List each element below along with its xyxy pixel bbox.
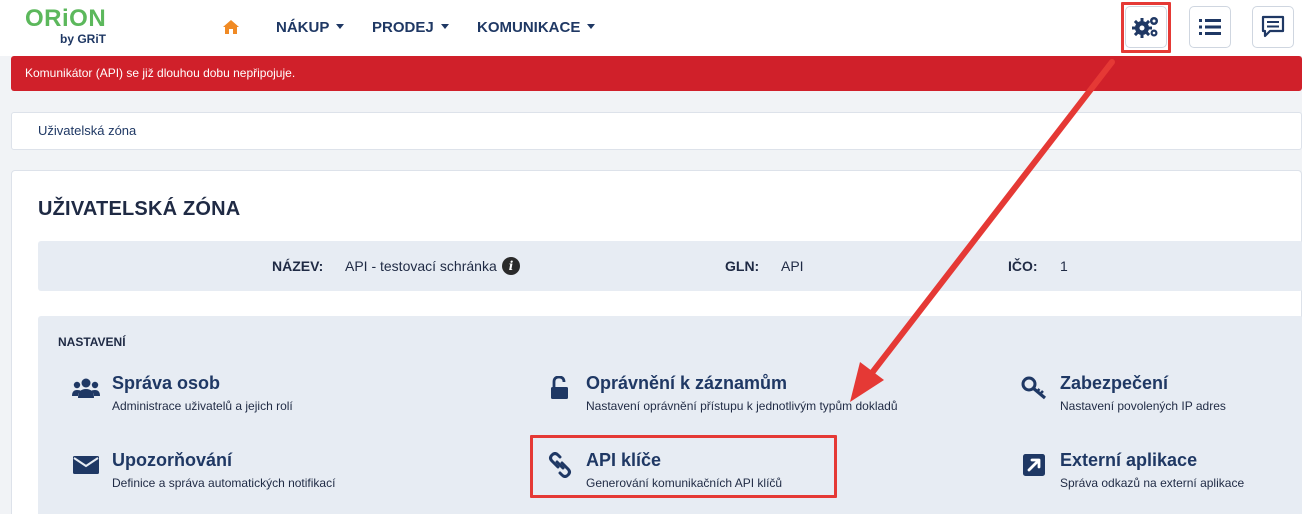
users-icon	[72, 375, 100, 401]
nav-prodej-label: PRODEJ	[372, 19, 434, 36]
list-icon	[1199, 19, 1221, 35]
tile-opravneni[interactable]: Oprávnění k záznamům Nastavení oprávnění…	[546, 373, 946, 417]
tile-title: Externí aplikace	[1060, 450, 1198, 470]
breadcrumb: Uživatelská zóna	[11, 112, 1302, 150]
nav-komunikace-label: KOMUNIKACE	[477, 19, 581, 36]
gln-value: API	[781, 258, 804, 274]
top-navbar: ORiON by GRiT NÁKUP PRODEJ KOMUNIKACE	[0, 0, 1302, 56]
info-icon[interactable]: i	[502, 257, 520, 275]
orion-logo[interactable]: ORiON by GRiT	[25, 6, 125, 48]
chat-button[interactable]	[1252, 6, 1294, 48]
tile-desc: Správa odkazů na externí aplikace	[1060, 476, 1245, 490]
chevron-down-icon	[336, 23, 345, 29]
unlock-icon	[546, 375, 574, 401]
logo-main-text: ORiON	[25, 5, 107, 32]
tile-title: Upozorňování	[112, 450, 232, 470]
settings-title: NASTAVENÍ	[58, 335, 126, 349]
name-value: API - testovací schránka	[345, 258, 497, 274]
tile-desc: Definice a správa automatických notifika…	[112, 476, 336, 490]
account-info-strip: NÁZEV: API - testovací schránka i GLN: A…	[38, 241, 1302, 291]
tile-zabezpeceni[interactable]: Zabezpečení Nastavení povolených IP adre…	[1020, 373, 1290, 417]
gln-label: GLN:	[725, 258, 760, 274]
home-icon[interactable]	[222, 19, 240, 35]
settings-highlight-box	[1121, 2, 1171, 53]
envelope-icon	[72, 452, 100, 478]
key-icon	[1020, 375, 1048, 401]
tile-title: Správa osob	[112, 373, 221, 393]
nav-komunikace[interactable]: KOMUNIKACE	[477, 19, 596, 37]
api-keys-highlight-box	[530, 435, 837, 498]
tile-desc: Nastavení povolených IP adres	[1060, 399, 1226, 413]
page-title: UŽIVATELSKÁ ZÓNA	[38, 198, 241, 220]
ico-value: 1	[1060, 258, 1068, 274]
tile-sprava-osob[interactable]: Správa osob Administrace uživatelů a jej…	[72, 373, 372, 417]
tile-desc: Administrace uživatelů a jejich rolí	[112, 399, 293, 413]
alert-text: Komunikátor (API) se již dlouhou dobu ne…	[25, 66, 296, 80]
external-link-icon	[1020, 452, 1048, 478]
chat-icon	[1261, 15, 1285, 38]
breadcrumb-item[interactable]: Uživatelská zóna	[38, 123, 136, 138]
tile-title: Zabezpečení	[1060, 373, 1169, 393]
tile-upozornovani[interactable]: Upozorňování Definice a správa automatic…	[72, 450, 372, 494]
logo-sub-text: by GRiT	[60, 32, 107, 46]
nav-nakup[interactable]: NÁKUP	[276, 19, 345, 37]
chevron-down-icon	[440, 23, 449, 29]
tile-title: Oprávnění k záznamům	[586, 373, 788, 393]
chevron-down-icon	[587, 23, 596, 29]
nav-nakup-label: NÁKUP	[276, 19, 330, 36]
tile-desc: Nastavení oprávnění přístupu k jednotliv…	[586, 399, 898, 413]
name-label: NÁZEV:	[272, 258, 324, 274]
tile-externi-aplikace[interactable]: Externí aplikace Správa odkazů na extern…	[1020, 450, 1290, 494]
ico-label: IČO:	[1008, 258, 1038, 274]
connection-alert: Komunikátor (API) se již dlouhou dobu ne…	[11, 56, 1302, 91]
nav-prodej[interactable]: PRODEJ	[372, 19, 449, 37]
list-button[interactable]	[1189, 6, 1231, 48]
